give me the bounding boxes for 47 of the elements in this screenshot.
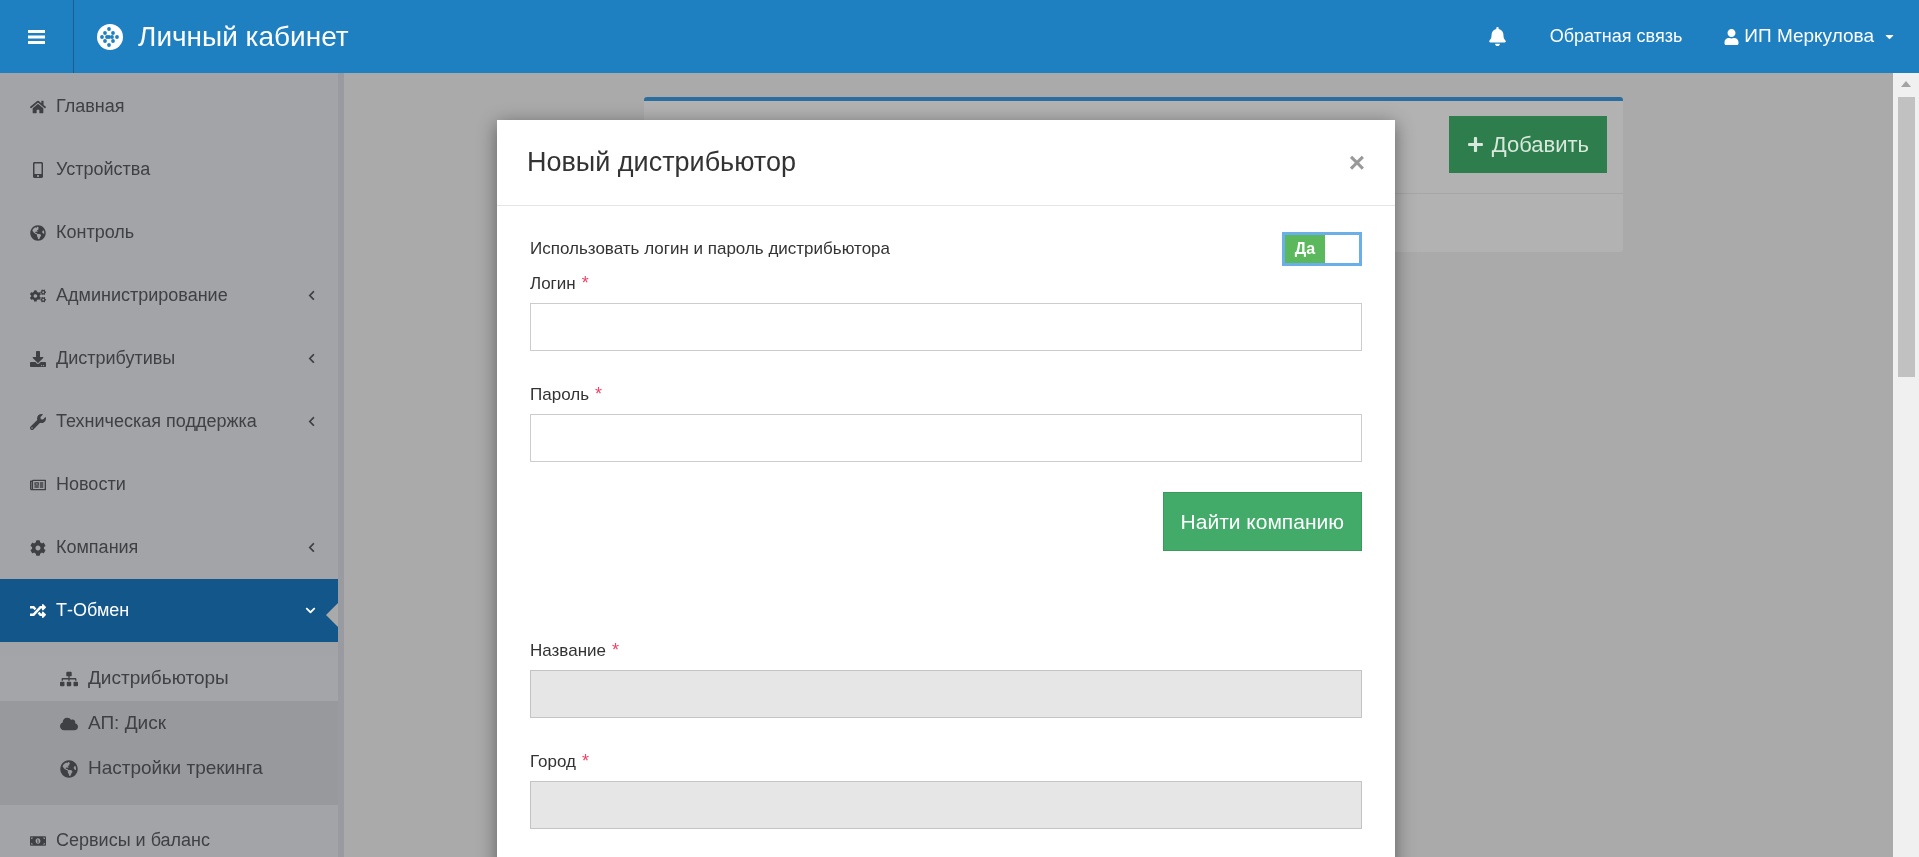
gears-icon [30,287,46,304]
sidebar-item[interactable]: Т-Обмен [0,579,338,642]
sidebar-item[interactable]: Администрирование [0,264,338,327]
wrench-icon [30,413,46,430]
sidebar-item[interactable]: Контроль [0,201,338,264]
notification-bell-icon[interactable] [1487,27,1507,46]
submenu-item[interactable]: Дистрибьюторы [0,656,338,701]
menu-icon [28,29,45,44]
app-title: Личный кабинет [138,19,349,54]
field-label: Название [530,639,606,662]
feedback-link[interactable]: Обратная связь [1549,23,1683,50]
user-icon [1724,28,1740,45]
sidebar-item[interactable]: Дистрибутивы [0,327,338,390]
home-icon [30,98,46,115]
hierarchy-icon [60,669,78,688]
download-icon [30,350,46,367]
scrollbar-thumb[interactable] [1897,97,1915,377]
close-button[interactable]: × [1348,148,1365,177]
required-mark: * [582,750,589,773]
phone-icon [30,161,46,178]
toggle-label: Использовать логин и пароль дистрибьютора [530,238,890,261]
scroll-up-icon[interactable] [1901,81,1911,87]
modal-title: Новый дистрибьютор [527,146,796,180]
sidebar-item[interactable]: Новости [0,453,338,516]
sidebar-item[interactable]: Техническая поддержка [0,390,338,453]
sidebar-item[interactable]: Устройства [0,138,338,201]
globe-icon [60,759,78,778]
field-label: Пароль [530,383,589,406]
settings-icon [30,539,46,556]
shuffle-icon [30,602,46,619]
field-label: Логин [530,272,576,295]
plus-icon [1466,136,1484,153]
globe-icon [30,224,46,241]
input-field[interactable] [530,414,1362,462]
required-mark: * [581,272,589,295]
add-button[interactable]: Добавить [1448,116,1607,173]
find-company-button[interactable]: Найти компанию [1162,492,1362,551]
input-field[interactable] [530,303,1362,351]
required-mark: * [595,383,602,406]
logo-icon [97,23,123,50]
sidebar-item[interactable]: Главная [0,75,338,138]
toggle-switch[interactable]: Да [1282,232,1362,266]
required-mark: * [611,639,619,662]
sidebar-item[interactable]: Компания [0,516,338,579]
user-menu[interactable]: ИП Меркулова [1724,22,1896,51]
field-label: Город [530,750,576,773]
sidebar-item[interactable]: Сервисы и баланс [0,809,338,857]
